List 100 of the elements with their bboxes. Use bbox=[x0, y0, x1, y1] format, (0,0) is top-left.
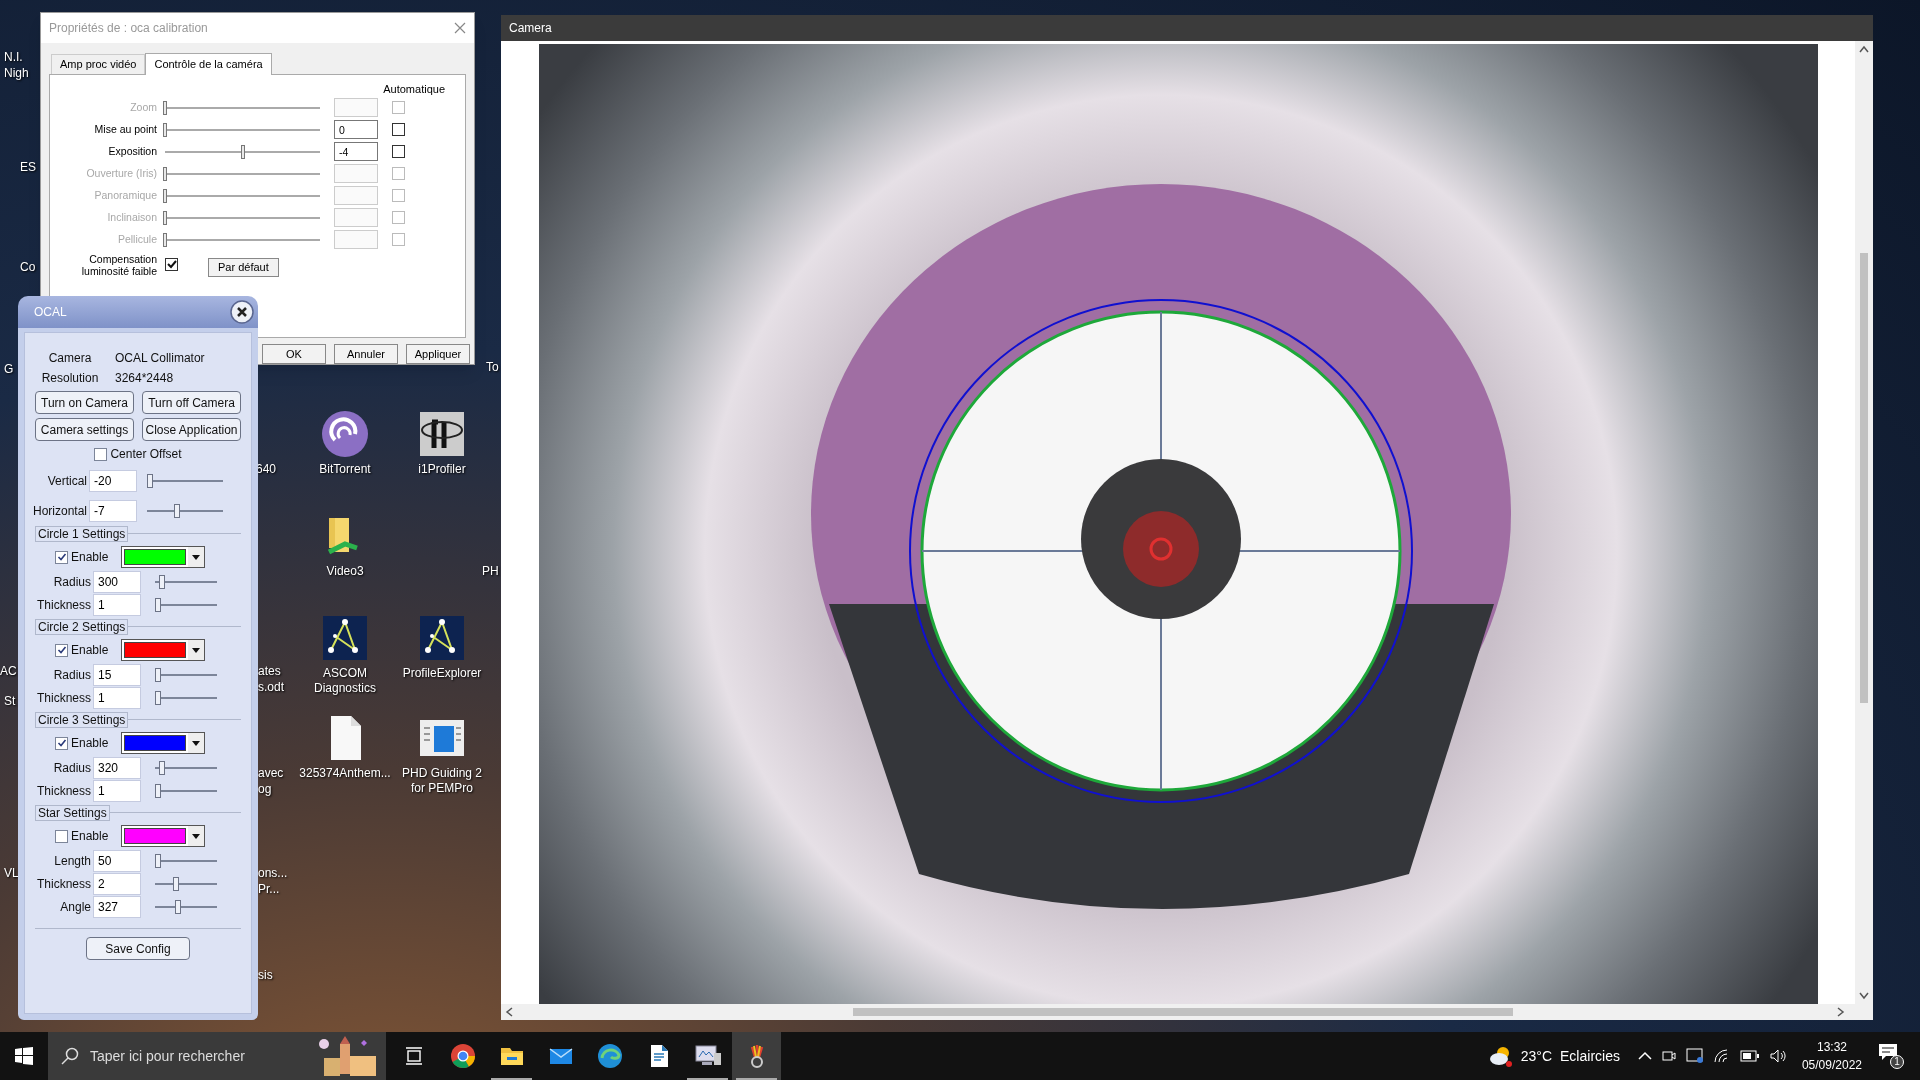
control-label: Zoom bbox=[129, 102, 158, 114]
color-dropdown[interactable] bbox=[121, 825, 205, 847]
speaker-icon[interactable] bbox=[1769, 1049, 1788, 1063]
slider-thumb[interactable] bbox=[155, 597, 161, 612]
save-button[interactable]: Save Config bbox=[86, 937, 190, 960]
slider[interactable] bbox=[165, 232, 320, 247]
slider[interactable] bbox=[155, 760, 217, 775]
wifi-icon[interactable] bbox=[1713, 1049, 1730, 1063]
slider-thumb[interactable] bbox=[155, 667, 161, 682]
slider[interactable] bbox=[155, 853, 217, 868]
checkbox[interactable] bbox=[165, 258, 178, 272]
slider-thumb[interactable] bbox=[173, 504, 180, 518]
app-tile-icon[interactable] bbox=[418, 410, 466, 458]
slider[interactable] bbox=[165, 166, 320, 181]
panel-button[interactable]: Turn on Camera bbox=[35, 391, 134, 414]
number-field[interactable]: 327 bbox=[93, 895, 141, 918]
clock[interactable]: 13:32 05/09/2022 bbox=[1801, 1038, 1862, 1074]
scroll-right-icon[interactable] bbox=[1837, 1007, 1845, 1017]
slider[interactable] bbox=[165, 122, 320, 137]
panel-button[interactable]: Camera settings bbox=[35, 418, 134, 441]
panel-button[interactable]: Close Application bbox=[142, 418, 241, 441]
task-view-icon[interactable] bbox=[405, 1047, 423, 1065]
temperature[interactable]: 23°C bbox=[1520, 1045, 1553, 1067]
slider[interactable] bbox=[155, 899, 217, 914]
weather-condition[interactable]: Eclaircies bbox=[1560, 1045, 1620, 1067]
panel-button[interactable]: Turn off Camera bbox=[142, 391, 241, 414]
dialog-button[interactable]: OK bbox=[262, 344, 326, 364]
number-field[interactable]: -7 bbox=[89, 500, 137, 522]
number-field[interactable]: 2 bbox=[93, 872, 141, 895]
column-header: Automatique bbox=[383, 81, 445, 97]
search-field[interactable]: Taper ici pour rechercher bbox=[48, 1032, 386, 1080]
color-dropdown[interactable] bbox=[121, 546, 205, 568]
color-dropdown[interactable] bbox=[121, 639, 205, 661]
battery-icon[interactable] bbox=[1739, 1050, 1760, 1062]
checkmark-icon bbox=[56, 738, 67, 748]
checkbox[interactable] bbox=[392, 145, 405, 159]
slider[interactable] bbox=[165, 210, 320, 225]
slider-thumb[interactable] bbox=[155, 783, 161, 798]
checkbox[interactable] bbox=[94, 447, 108, 461]
dialog-button[interactable]: Annuler bbox=[334, 344, 398, 364]
close-icon[interactable] bbox=[230, 300, 254, 324]
camera-icon[interactable] bbox=[1661, 1048, 1676, 1064]
slider[interactable] bbox=[165, 188, 320, 203]
slider[interactable] bbox=[165, 100, 320, 115]
scrollbar-thumb[interactable] bbox=[853, 1008, 1513, 1016]
slider[interactable] bbox=[155, 667, 217, 682]
number-field[interactable]: 1 bbox=[93, 686, 141, 709]
slider[interactable] bbox=[155, 783, 217, 798]
value-field[interactable]: -4 bbox=[334, 142, 378, 162]
checkbox[interactable] bbox=[55, 643, 68, 657]
number-field[interactable]: -20 bbox=[89, 470, 137, 492]
slider-thumb[interactable] bbox=[159, 574, 166, 589]
slider-thumb[interactable] bbox=[173, 876, 180, 891]
value-field[interactable]: 0 bbox=[334, 120, 378, 140]
number-field[interactable]: 1 bbox=[93, 779, 141, 802]
slider-thumb[interactable] bbox=[155, 853, 161, 868]
scroll-down-icon[interactable] bbox=[1859, 992, 1869, 1000]
checkbox[interactable] bbox=[392, 123, 405, 137]
star-chart-icon[interactable] bbox=[321, 614, 369, 662]
number-field[interactable]: 50 bbox=[93, 849, 141, 872]
notification-button[interactable]: 1 bbox=[1878, 1043, 1904, 1069]
slider[interactable] bbox=[155, 690, 217, 705]
slider[interactable] bbox=[147, 474, 223, 488]
slider-thumb[interactable] bbox=[163, 122, 167, 137]
slider[interactable] bbox=[165, 144, 320, 159]
checkbox[interactable] bbox=[55, 550, 68, 564]
slider[interactable] bbox=[147, 504, 223, 518]
dialog-button[interactable]: Appliquer bbox=[406, 344, 470, 364]
slider[interactable] bbox=[155, 574, 217, 589]
checkbox[interactable] bbox=[55, 736, 68, 750]
weather-icon[interactable] bbox=[1488, 1045, 1513, 1067]
color-dropdown[interactable] bbox=[121, 732, 205, 754]
default-button[interactable]: Par défaut bbox=[208, 257, 279, 277]
scroll-up-icon[interactable] bbox=[1859, 45, 1869, 53]
slider[interactable] bbox=[155, 876, 217, 891]
vertical-scrollbar[interactable] bbox=[1855, 41, 1873, 1004]
scrollbar-thumb[interactable] bbox=[1860, 253, 1868, 703]
number-field[interactable]: 1 bbox=[93, 593, 141, 616]
scroll-left-icon[interactable] bbox=[505, 1007, 513, 1017]
checkbox[interactable] bbox=[55, 829, 68, 843]
star-chart-icon[interactable] bbox=[418, 614, 466, 662]
slider-thumb[interactable] bbox=[159, 760, 166, 775]
swirl-icon[interactable] bbox=[321, 410, 369, 458]
slider-thumb[interactable] bbox=[147, 474, 153, 488]
number-field[interactable]: 300 bbox=[93, 570, 141, 593]
display-icon[interactable] bbox=[1685, 1048, 1704, 1064]
taskbar-button[interactable] bbox=[732, 1032, 781, 1080]
number-field[interactable]: 15 bbox=[93, 663, 141, 686]
slider-thumb[interactable] bbox=[155, 690, 161, 705]
icon-label: N.I. bbox=[4, 50, 23, 65]
windows-logo-icon[interactable] bbox=[15, 1047, 33, 1065]
tab[interactable]: Contrôle de la caméra bbox=[145, 52, 272, 75]
slider-thumb[interactable] bbox=[240, 144, 245, 159]
slider[interactable] bbox=[155, 597, 217, 612]
icon-label: i1Profiler bbox=[418, 462, 466, 477]
number-field[interactable]: 320 bbox=[93, 756, 141, 779]
chevron-up-icon[interactable] bbox=[1637, 1051, 1652, 1061]
tab[interactable]: Amp proc vidéo bbox=[51, 53, 146, 74]
group-title: Circle 2 Settings bbox=[35, 619, 129, 635]
slider-thumb[interactable] bbox=[175, 899, 182, 914]
